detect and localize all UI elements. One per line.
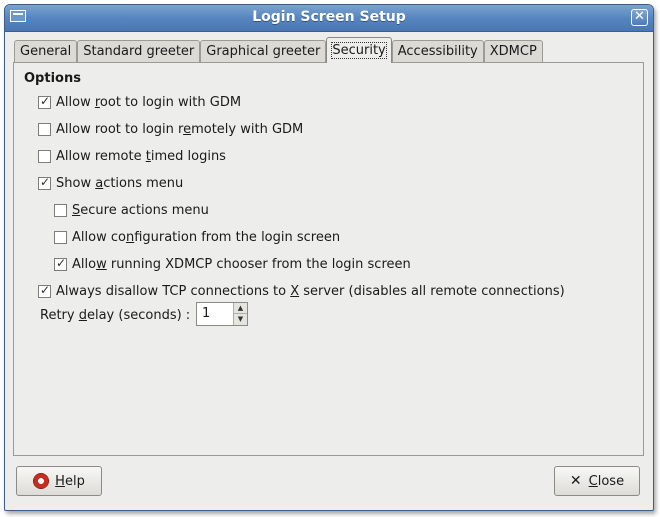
tab-security[interactable]: Security	[326, 37, 392, 63]
dialog-window: Login Screen Setup ✕ General Standard gr…	[4, 4, 654, 511]
checkbox-label: Allow configuration from the login scree…	[72, 229, 341, 245]
checkbox-secure-actions-menu[interactable]: Secure actions menu	[54, 201, 209, 219]
checkbox-icon[interactable]	[38, 175, 51, 190]
checkbox-icon[interactable]	[54, 256, 67, 271]
security-panel: Options Allow root to login with GDM All…	[13, 62, 644, 456]
retry-delay-label: Retry delay (seconds) :	[40, 308, 191, 323]
close-button[interactable]: ✕ Close	[554, 466, 640, 496]
checkbox-label: Secure actions menu	[72, 202, 209, 218]
checkbox-allow-root-remote[interactable]: Allow root to login remotely with GDM	[38, 120, 303, 138]
help-button[interactable]: Help	[16, 466, 102, 496]
checkbox-allow-root-login[interactable]: Allow root to login with GDM	[38, 93, 241, 111]
checkbox-allow-xdmcp-chooser[interactable]: Allow running XDMCP chooser from the log…	[54, 255, 411, 273]
retry-delay-value[interactable]: 1	[202, 306, 210, 321]
checkbox-label: Allow root to login remotely with GDM	[56, 121, 304, 137]
spin-arrows: ▲ ▼	[233, 303, 247, 325]
lifebuoy-icon	[33, 473, 50, 489]
title-bar[interactable]: Login Screen Setup ✕	[5, 5, 653, 32]
checkbox-icon[interactable]	[38, 122, 51, 136]
checkbox-disallow-tcp[interactable]: Always disallow TCP connections to X ser…	[38, 282, 565, 300]
tab-standard-greeter[interactable]: Standard greeter	[77, 40, 201, 63]
spin-down-icon[interactable]: ▼	[234, 314, 247, 325]
tab-xdmcp[interactable]: XDMCP	[483, 40, 543, 63]
checkbox-icon[interactable]	[38, 149, 51, 163]
checkbox-label: Always disallow TCP connections to X ser…	[56, 283, 565, 299]
tab-graphical-greeter[interactable]: Graphical greeter	[200, 40, 327, 63]
checkbox-icon[interactable]	[38, 283, 51, 298]
tab-bar: General Standard greeter Graphical greet…	[14, 37, 543, 63]
help-button-label: Help	[55, 473, 85, 489]
x-icon: ✕	[569, 473, 582, 489]
window-close-icon[interactable]: ✕	[631, 9, 648, 26]
checkbox-icon[interactable]	[54, 203, 67, 217]
checkbox-icon[interactable]	[38, 94, 51, 109]
checkbox-allow-remote-timed[interactable]: Allow remote timed logins	[38, 147, 226, 165]
options-heading: Options	[24, 71, 81, 86]
checkbox-label: Allow root to login with GDM	[56, 94, 242, 110]
checkbox-label: Show actions menu	[56, 175, 184, 191]
spin-up-icon[interactable]: ▲	[234, 303, 247, 314]
checkbox-icon[interactable]	[54, 230, 67, 244]
tab-accessibility[interactable]: Accessibility	[391, 40, 484, 63]
tab-general[interactable]: General	[14, 40, 78, 63]
close-button-label: Close	[588, 473, 625, 489]
window-title: Login Screen Setup	[252, 9, 406, 25]
checkbox-allow-configuration[interactable]: Allow configuration from the login scree…	[54, 228, 340, 246]
checkbox-label: Allow running XDMCP chooser from the log…	[72, 256, 411, 272]
checkbox-label: Allow remote timed logins	[56, 148, 226, 164]
checkbox-show-actions-menu[interactable]: Show actions menu	[38, 174, 183, 192]
retry-delay-spinbutton[interactable]: 1 ▲ ▼	[196, 302, 248, 326]
